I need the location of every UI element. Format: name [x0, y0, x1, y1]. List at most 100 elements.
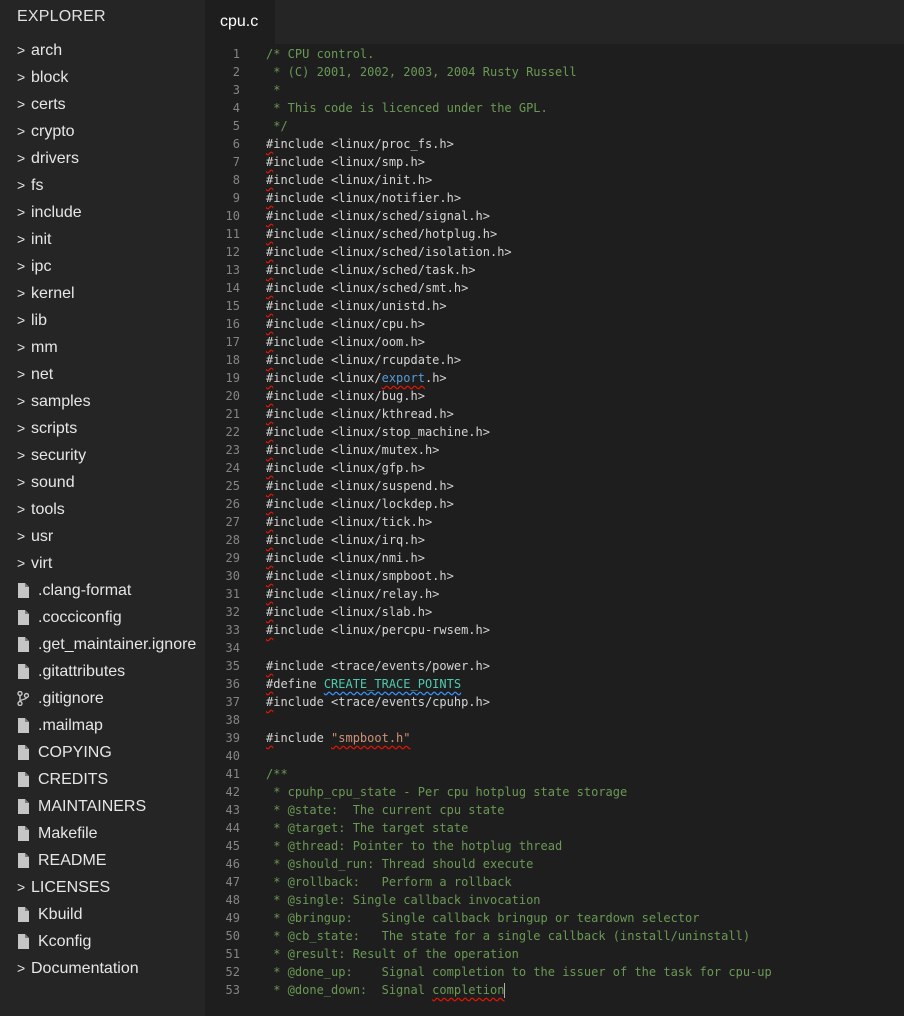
chevron-right-icon: >	[17, 99, 31, 111]
file-item-cocciconfig[interactable]: .cocciconfig	[0, 604, 205, 631]
line-number: 39	[225, 731, 240, 745]
line-text: #include <linux/init.h>	[266, 171, 432, 189]
code-line: 20 #include <linux/bug.h>	[205, 387, 904, 405]
line-number: 21	[225, 407, 240, 421]
code-token: <linux/sched/hotplug.h>	[331, 227, 498, 241]
tree-item-label: .mailmap	[38, 716, 103, 734]
line-number: 8	[232, 173, 240, 187]
line-number: 14	[225, 281, 240, 295]
code-line: 38	[205, 711, 904, 729]
line-number: 52	[225, 965, 240, 979]
code-token: <linux/sched/smt.h>	[331, 281, 469, 295]
folder-item-certs[interactable]: > certs	[0, 91, 205, 118]
line-number: 5	[232, 119, 240, 133]
code-line: 47 * @rollback: Perform a rollback	[205, 873, 904, 891]
file-item-makefile[interactable]: Makefile	[0, 820, 205, 847]
line-text: #include <linux/irq.h>	[266, 531, 425, 549]
folder-item-arch[interactable]: > arch	[0, 37, 205, 64]
file-item-copying[interactable]: COPYING	[0, 739, 205, 766]
folder-item-security[interactable]: > security	[0, 442, 205, 469]
folder-item-scripts[interactable]: > scripts	[0, 415, 205, 442]
folder-item-samples[interactable]: > samples	[0, 388, 205, 415]
line-number: 15	[225, 299, 240, 313]
code-line: 5 */	[205, 117, 904, 135]
file-icon	[17, 826, 38, 841]
folder-item-init[interactable]: > init	[0, 226, 205, 253]
line-number: 47	[225, 875, 240, 889]
line-text: /**	[266, 765, 288, 783]
file-item-clang-format[interactable]: .clang-format	[0, 577, 205, 604]
file-item-readme[interactable]: README	[0, 847, 205, 874]
folder-item-ipc[interactable]: > ipc	[0, 253, 205, 280]
code-token: * cpuhp_cpu_state - Per cpu hotplug stat…	[266, 785, 628, 799]
file-item-maintainers[interactable]: MAINTAINERS	[0, 793, 205, 820]
folder-item-tools[interactable]: > tools	[0, 496, 205, 523]
line-text: *	[266, 81, 280, 99]
code-token: *	[266, 83, 281, 97]
line-text: * @target: The target state	[266, 819, 468, 837]
code-line: 29 #include <linux/nmi.h>	[205, 549, 904, 567]
line-number: 41	[225, 767, 240, 781]
chevron-right-icon: >	[17, 342, 31, 354]
code-line: 43 * @state: The current cpu state	[205, 801, 904, 819]
tree-item-label: README	[38, 851, 107, 869]
code-line: 52 * @done_up: Signal completion to the …	[205, 963, 904, 981]
file-item-credits[interactable]: CREDITS	[0, 766, 205, 793]
tree-item-label: .get_maintainer.ignore	[38, 635, 197, 653]
code-token: * @thread: Pointer to the hotplug thread	[266, 839, 563, 853]
code-line: 32 #include <linux/slab.h>	[205, 603, 904, 621]
chevron-right-icon: >	[17, 126, 31, 138]
folder-item-block[interactable]: > block	[0, 64, 205, 91]
file-item-gitattributes[interactable]: .gitattributes	[0, 658, 205, 685]
code-line: 27 #include <linux/tick.h>	[205, 513, 904, 531]
folder-item-fs[interactable]: > fs	[0, 172, 205, 199]
code-token: include	[273, 335, 332, 349]
line-number: 51	[225, 947, 240, 961]
file-item-gitignore[interactable]: .gitignore	[0, 685, 205, 712]
file-item-mailmap[interactable]: .mailmap	[0, 712, 205, 739]
code-token: include	[273, 731, 332, 745]
folder-item-drivers[interactable]: > drivers	[0, 145, 205, 172]
code-token: <linux/relay.h>	[331, 587, 440, 601]
code-token: include	[273, 407, 332, 421]
line-number: 6	[232, 137, 240, 151]
line-text: * @done_down: Signal completion	[266, 981, 506, 999]
folder-item-mm[interactable]: > mm	[0, 334, 205, 361]
code-token: include	[273, 371, 332, 385]
folder-item-sound[interactable]: > sound	[0, 469, 205, 496]
code-line: 50 * @cb_state: The state for a single c…	[205, 927, 904, 945]
folder-item-kernel[interactable]: > kernel	[0, 280, 205, 307]
line-number: 43	[225, 803, 240, 817]
code-token: <linux/proc_fs.h>	[331, 137, 454, 151]
code-line: 2 * (C) 2001, 2002, 2003, 2004 Rusty Rus…	[205, 63, 904, 81]
line-text: #include <linux/lockdep.h>	[266, 495, 454, 513]
file-item-get-maintainer-ignore[interactable]: .get_maintainer.ignore	[0, 631, 205, 658]
folder-item-net[interactable]: > net	[0, 361, 205, 388]
svg-text:>: >	[17, 342, 25, 354]
tab-cpu-c[interactable]: cpu.c	[205, 0, 275, 44]
file-icon	[17, 853, 38, 868]
tree-item-label: mm	[31, 338, 58, 356]
file-item-kbuild[interactable]: Kbuild	[0, 901, 205, 928]
line-text: #include <linux/sched/signal.h>	[266, 207, 490, 225]
folder-item-usr[interactable]: > usr	[0, 523, 205, 550]
line-number: 34	[225, 641, 240, 655]
folder-item-crypto[interactable]: > crypto	[0, 118, 205, 145]
line-number: 13	[225, 263, 240, 277]
svg-text:>: >	[17, 315, 25, 327]
line-text: #include <linux/percpu-rwsem.h>	[266, 621, 490, 639]
folder-item-include[interactable]: > include	[0, 199, 205, 226]
code-token: /**	[266, 767, 288, 781]
svg-text:>: >	[17, 882, 25, 894]
svg-text:>: >	[17, 207, 25, 219]
tree-item-label: usr	[31, 527, 54, 545]
code-line: 7 #include <linux/smp.h>	[205, 153, 904, 171]
folder-item-documentation[interactable]: > Documentation	[0, 955, 205, 982]
folder-item-licenses[interactable]: > LICENSES	[0, 874, 205, 901]
folder-item-virt[interactable]: > virt	[0, 550, 205, 577]
tree-item-label: ipc	[31, 257, 52, 275]
line-number: 45	[225, 839, 240, 853]
code-token: <linux/suspend.h>	[331, 479, 454, 493]
folder-item-lib[interactable]: > lib	[0, 307, 205, 334]
file-item-kconfig[interactable]: Kconfig	[0, 928, 205, 955]
